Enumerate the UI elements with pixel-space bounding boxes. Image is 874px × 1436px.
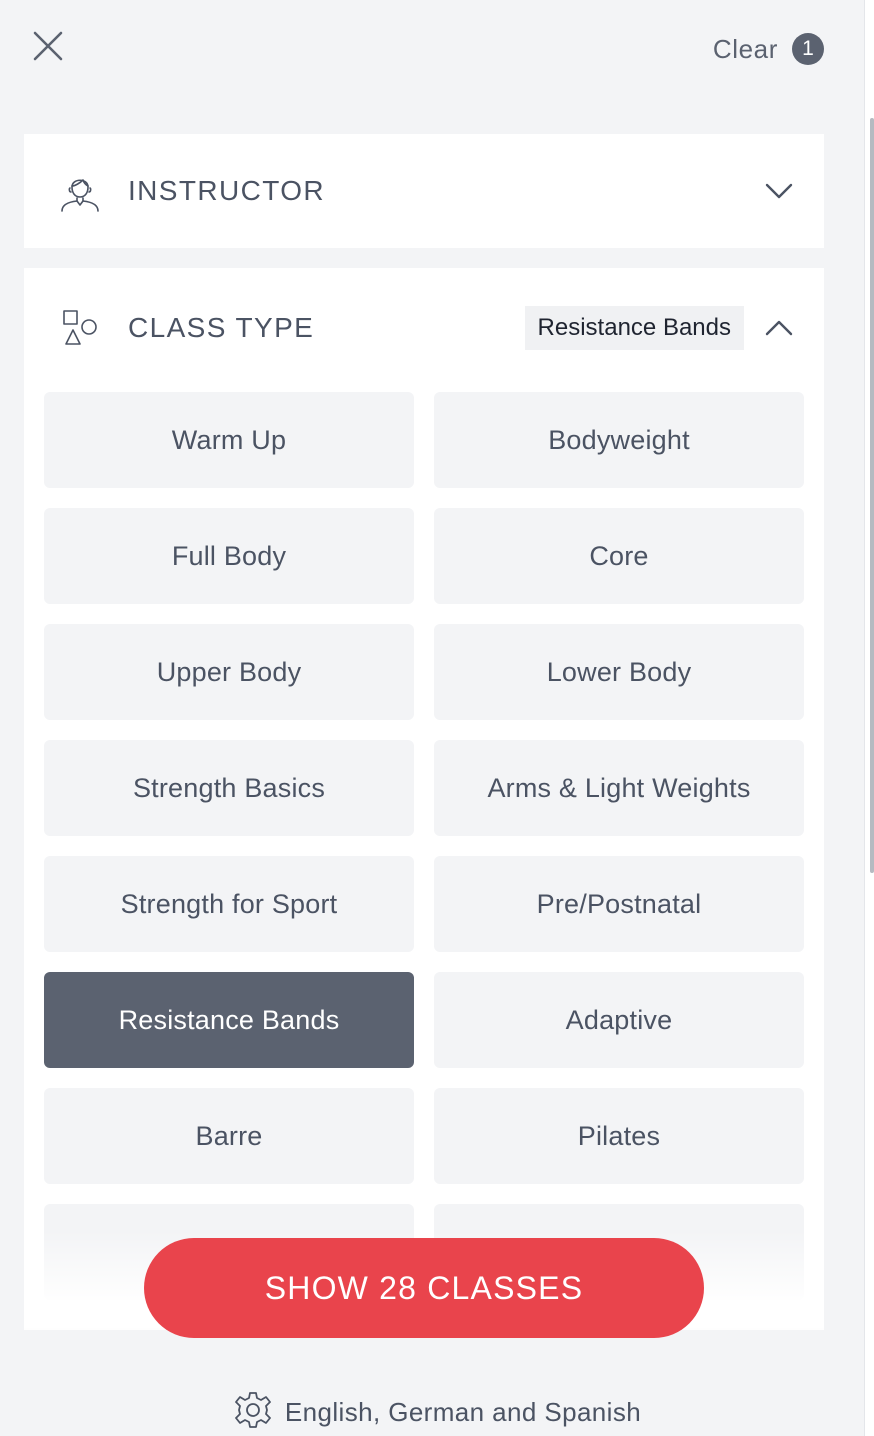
class-type-option[interactable]: Full Body bbox=[44, 508, 414, 604]
gear-icon bbox=[233, 1390, 273, 1435]
class-type-header[interactable]: CLASS TYPE Resistance Bands bbox=[24, 268, 824, 388]
class-type-options: Warm Up Bodyweight Full Body Core Upper … bbox=[44, 392, 804, 1300]
selected-filter-chip: Resistance Bands bbox=[524, 306, 744, 350]
class-type-option[interactable]: Warm Up bbox=[44, 392, 414, 488]
instructor-icon bbox=[58, 169, 102, 213]
language-selector[interactable]: English, German and Spanish bbox=[0, 1388, 874, 1436]
filter-page: Clear 1 INSTRUCTOR CLASS TYPE Resistance… bbox=[0, 0, 874, 1436]
show-classes-button[interactable]: SHOW 28 CLASSES bbox=[144, 1238, 704, 1338]
close-icon bbox=[33, 31, 63, 61]
close-button[interactable] bbox=[26, 24, 70, 68]
class-type-option[interactable]: Upper Body bbox=[44, 624, 414, 720]
class-type-option[interactable]: Bodyweight bbox=[434, 392, 804, 488]
scrollbar-thumb[interactable] bbox=[870, 118, 874, 873]
clear-count-badge: 1 bbox=[792, 33, 824, 65]
chevron-down-icon[interactable] bbox=[764, 176, 794, 206]
class-type-title: CLASS TYPE bbox=[128, 312, 315, 343]
class-type-option[interactable]: Barre bbox=[44, 1088, 414, 1184]
class-type-section: CLASS TYPE Resistance Bands Warm Up Body… bbox=[24, 268, 824, 1328]
class-type-option[interactable]: Resistance Bands bbox=[44, 972, 414, 1068]
class-type-option[interactable]: Pilates bbox=[434, 1088, 804, 1184]
class-type-option[interactable]: Adaptive bbox=[434, 972, 804, 1068]
class-type-option[interactable]: Strength for Sport bbox=[44, 856, 414, 952]
instructor-title: INSTRUCTOR bbox=[128, 175, 326, 206]
instructor-section: INSTRUCTOR bbox=[24, 134, 824, 248]
instructor-header[interactable]: INSTRUCTOR bbox=[24, 134, 824, 248]
language-text: English, German and Spanish bbox=[284, 1396, 642, 1427]
clear-button[interactable]: Clear 1 bbox=[713, 32, 824, 66]
class-type-option[interactable]: Pre/Postnatal bbox=[434, 856, 804, 952]
class-type-option[interactable]: Strength Basics bbox=[44, 740, 414, 836]
scrollbar-track[interactable] bbox=[864, 0, 874, 1436]
class-type-option[interactable]: Core bbox=[434, 508, 804, 604]
class-type-option[interactable]: Lower Body bbox=[434, 624, 804, 720]
clear-label: Clear bbox=[712, 33, 778, 64]
shapes-icon bbox=[58, 306, 102, 350]
class-type-option[interactable]: Arms & Light Weights bbox=[434, 740, 804, 836]
chevron-up-icon[interactable] bbox=[764, 313, 794, 343]
